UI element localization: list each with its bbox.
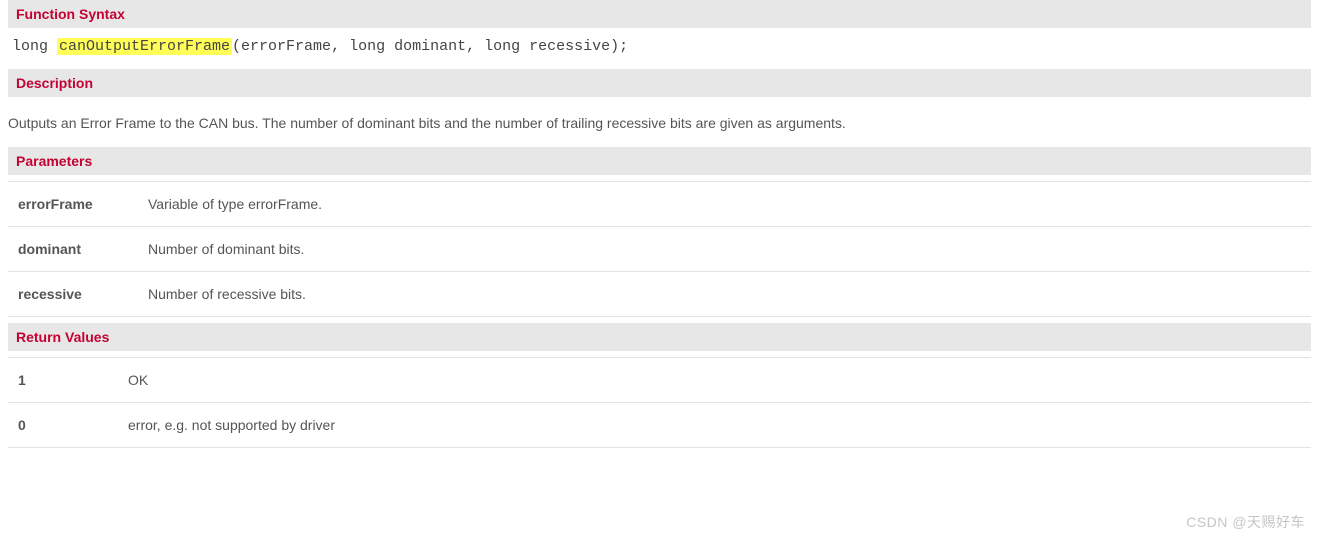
- section-header-function-syntax: Function Syntax: [8, 0, 1311, 28]
- param-desc: Number of recessive bits.: [138, 272, 1311, 317]
- table-row: 1 OK: [8, 358, 1311, 403]
- return-desc: OK: [118, 358, 1311, 403]
- param-name: dominant: [8, 227, 138, 272]
- param-desc: Number of dominant bits.: [138, 227, 1311, 272]
- param-desc: Variable of type errorFrame.: [138, 182, 1311, 227]
- return-value: 1: [8, 358, 118, 403]
- table-row: recessive Number of recessive bits.: [8, 272, 1311, 317]
- parameters-table: errorFrame Variable of type errorFrame. …: [8, 181, 1311, 317]
- section-header-parameters: Parameters: [8, 147, 1311, 175]
- code-function-name: canOutputErrorFrame: [57, 38, 232, 55]
- watermark-text: CSDN @天赐好车: [1186, 512, 1305, 532]
- code-suffix: (errorFrame, long dominant, long recessi…: [232, 38, 628, 55]
- code-prefix: long: [12, 38, 57, 55]
- table-row: dominant Number of dominant bits.: [8, 227, 1311, 272]
- return-desc: error, e.g. not supported by driver: [118, 403, 1311, 448]
- return-value: 0: [8, 403, 118, 448]
- function-syntax-code: long canOutputErrorFrame(errorFrame, lon…: [8, 28, 1311, 69]
- table-row: 0 error, e.g. not supported by driver: [8, 403, 1311, 448]
- table-row: errorFrame Variable of type errorFrame.: [8, 182, 1311, 227]
- section-header-description: Description: [8, 69, 1311, 97]
- section-header-return-values: Return Values: [8, 323, 1311, 351]
- description-text: Outputs an Error Frame to the CAN bus. T…: [8, 107, 1311, 147]
- return-values-table: 1 OK 0 error, e.g. not supported by driv…: [8, 357, 1311, 448]
- param-name: recessive: [8, 272, 138, 317]
- param-name: errorFrame: [8, 182, 138, 227]
